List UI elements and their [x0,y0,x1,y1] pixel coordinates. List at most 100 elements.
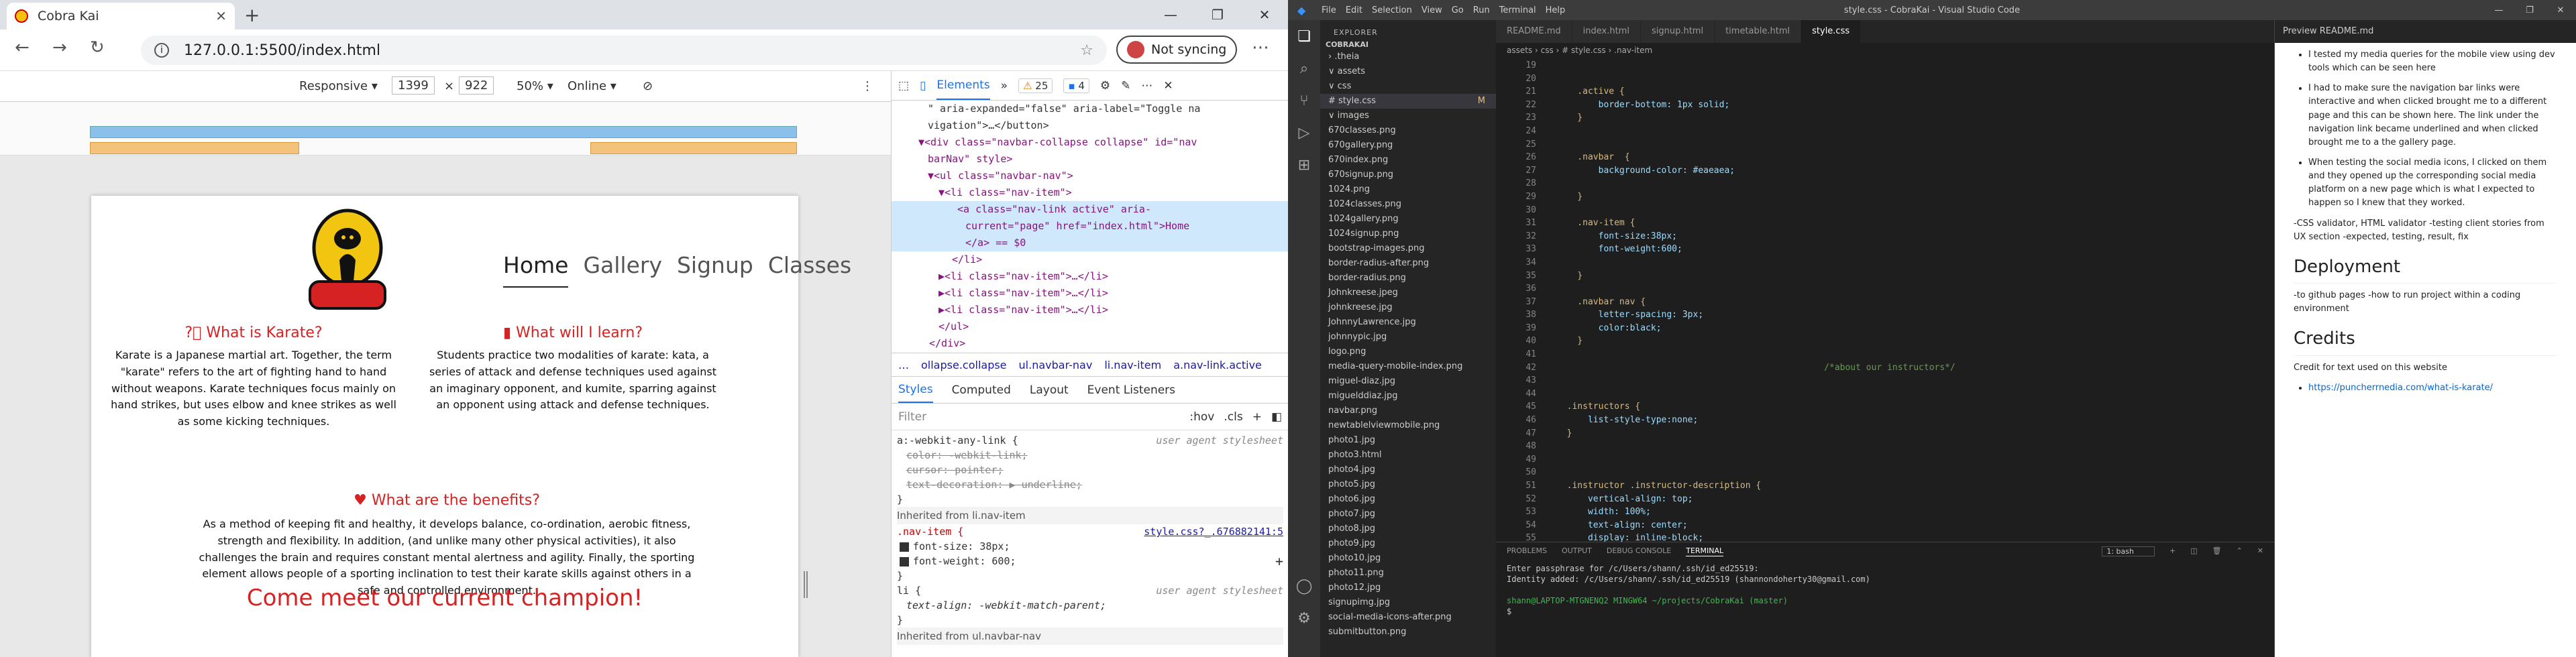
tree-item[interactable]: 1024.png [1320,182,1496,197]
restore-icon[interactable]: ❐ [2514,5,2545,15]
tree-item[interactable]: ∨ css [1320,79,1496,94]
tree-item[interactable]: navbar.png [1320,404,1496,418]
preview-tab[interactable]: Preview README.md [2275,20,2576,43]
close-window-icon[interactable]: ✕ [1241,0,1288,29]
crumb-item[interactable]: … [898,359,909,371]
restore-icon[interactable]: ❐ [1194,0,1241,29]
tree-item[interactable]: miguel-diaz.jpg [1320,374,1496,389]
tree-item[interactable]: bootstrap-images.png [1320,241,1496,256]
back-icon[interactable]: ← [15,38,30,58]
tree-item[interactable]: photo11.png [1320,566,1496,581]
checkbox-icon[interactable] [900,556,909,566]
dom-line[interactable]: " aria-expanded="false" aria-label="Togg… [892,101,1288,117]
new-rule-button[interactable]: + [1252,410,1262,424]
tab-index-html[interactable]: index.html [1572,20,1641,43]
tree-item[interactable]: photo1.jpg [1320,433,1496,448]
dom-line[interactable]: ▶<li class="nav-item">…</li> [892,268,1288,285]
source-control-icon[interactable]: ⑂ [1288,84,1320,117]
dom-line[interactable]: ▼<div class="navbar-collapse collapse" i… [892,134,1288,151]
issues-badge[interactable]: ▪ 4 [1063,78,1089,93]
account-icon[interactable]: ◯ [1288,570,1320,602]
tree-item[interactable]: 670signup.png [1320,168,1496,182]
tree-item[interactable]: photo5.jpg [1320,477,1496,492]
dom-line[interactable]: ▶<li class="nav-item">…</li> [892,302,1288,318]
tree-item[interactable]: submitbutton.png [1320,625,1496,640]
tree-item[interactable]: Johnkreese.jpeg [1320,286,1496,300]
tree-item[interactable]: signupimg.jpg [1320,595,1496,610]
menu-go[interactable]: Go [1452,5,1464,15]
terminal-input[interactable]: $ [1507,606,2263,617]
tree-item[interactable]: 670gallery.png [1320,138,1496,153]
tab-terminal[interactable]: TERMINAL [1686,546,1724,556]
dom-line[interactable]: barNav" style> [892,151,1288,168]
hov-toggle[interactable]: :hov [1189,410,1214,424]
tab-styles[interactable]: Styles [898,377,933,403]
rotate-icon[interactable]: ⊘ [643,79,653,93]
tree-item[interactable]: border-radius-after.png [1320,256,1496,271]
dom-line-selected[interactable]: <a class="nav-link active" aria- [892,201,1288,218]
close-tab-icon[interactable]: ✕ [215,8,227,24]
viewport-resize-handle[interactable] [804,571,808,598]
menu-help[interactable]: Help [1546,5,1566,15]
dom-line[interactable]: ▼<ul class="navbar-nav"> [892,168,1288,184]
tree-item[interactable]: johnnypic.jpg [1320,330,1496,345]
crumb-item[interactable]: ollapse.collapse [921,359,1007,371]
dom-line[interactable]: </li> [892,251,1288,268]
maximize-panel-icon[interactable]: ⌃ [2237,546,2243,556]
tree-item[interactable]: › .theia [1320,50,1496,64]
checkbox-icon[interactable] [900,542,909,552]
media-query-min-width-bar-right[interactable] [590,142,797,154]
tab-problems[interactable]: PROBLEMS [1507,546,1547,556]
crumb-item[interactable]: a.nav-link.active [1173,359,1262,371]
tree-item[interactable]: miguelddiaz.jpg [1320,389,1496,404]
search-icon[interactable]: ⌕ [1288,52,1320,84]
nav-signup[interactable]: Signup [677,252,753,288]
crumb-item[interactable]: ul.navbar-nav [1019,359,1093,371]
tree-item[interactable]: photo10.jpg [1320,551,1496,566]
profile-sync-button[interactable]: Not syncing [1116,36,1238,64]
rule-source-link[interactable]: style.css?_.676882141:5 [1144,524,1283,539]
terminal-select[interactable]: 1: bash [2102,546,2155,556]
new-terminal-icon[interactable]: + [2169,546,2176,556]
tree-item[interactable]: 670index.png [1320,153,1496,168]
tree-item[interactable]: photo12.jpg [1320,581,1496,595]
device-toggle-icon[interactable]: ▯ [920,79,926,93]
nav-gallery[interactable]: Gallery [583,252,662,288]
tree-item[interactable]: # style.css M [1320,94,1496,109]
more-tabs-icon[interactable]: » [1001,79,1008,93]
tab-debug-console[interactable]: DEBUG CONSOLE [1607,546,1671,556]
crumb-item[interactable]: li.nav-item [1104,359,1161,371]
tree-item[interactable]: JohnnyLawrence.jpg [1320,315,1496,330]
project-root[interactable]: COBRAKAI [1326,40,1368,49]
dom-line-selected[interactable]: current="page" href="index.html">Home [892,218,1288,235]
dom-line[interactable]: </div> [892,335,1288,352]
manage-gear-icon[interactable]: ⚙ [1288,602,1320,634]
menu-run[interactable]: Run [1473,5,1490,15]
close-panel-icon[interactable]: ✕ [2257,546,2263,556]
menu-view[interactable]: View [1421,5,1442,15]
close-devtools-icon[interactable]: ✕ [1163,79,1173,93]
viewport-width-input[interactable]: 1399 [392,76,435,95]
inspect-icon[interactable]: ⬚ [898,79,909,93]
tree-item[interactable]: 1024classes.png [1320,197,1496,212]
tree-item[interactable]: photo8.jpg [1320,522,1496,536]
tree-item[interactable]: social-media-icons-after.png [1320,610,1496,625]
tab-readme[interactable]: README.md [1496,20,1572,43]
dom-line[interactable]: </ul> [892,318,1288,335]
media-query-min-width-bar-left[interactable] [90,142,299,154]
rule-prop[interactable]: font-weight: 600; + [897,554,1283,569]
site-info-icon[interactable]: i [154,43,169,58]
tree-item[interactable]: newtablelviewmobile.png [1320,418,1496,433]
dom-line[interactable]: vigation">…</button> [892,117,1288,134]
split-terminal-icon[interactable]: ◫ [2190,546,2197,556]
dom-line[interactable]: ▶<li class="nav-item">…</li> [892,285,1288,302]
settings-gear-icon[interactable]: ⚙ [1100,79,1110,93]
menu-selection[interactable]: Selection [1372,5,1412,15]
tree-item[interactable]: logo.png [1320,345,1496,359]
tree-item[interactable]: 1024gallery.png [1320,212,1496,227]
tree-item[interactable]: photo4.jpg [1320,463,1496,477]
tab-style-css[interactable]: style.css [1801,20,1862,43]
browser-tab[interactable]: Cobra Kai ✕ [7,3,235,29]
trash-icon[interactable]: 🗑 [2212,546,2222,556]
menu-dots-icon[interactable]: ⋯ [1252,38,1269,58]
